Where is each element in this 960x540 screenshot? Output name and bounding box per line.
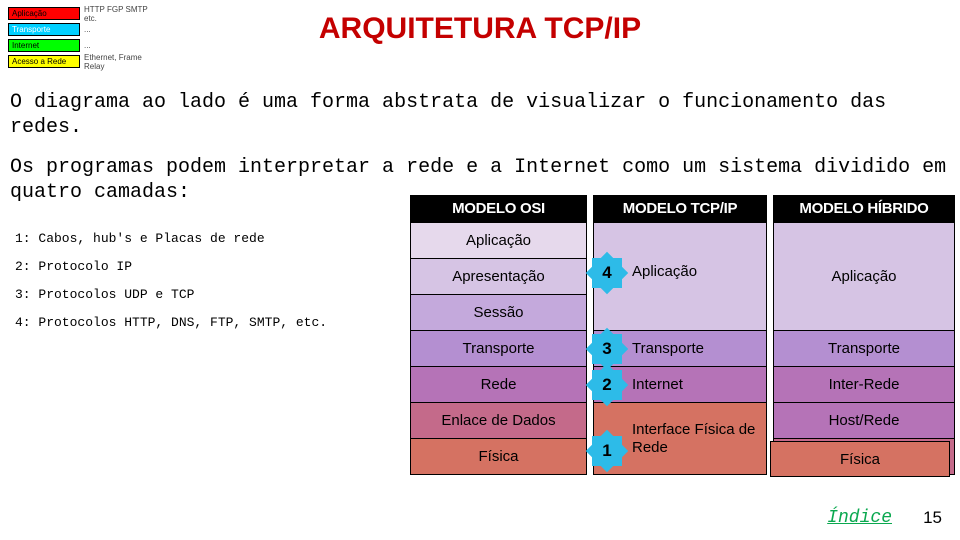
star-badge-2: 2: [592, 370, 622, 400]
tcpip-header: MODELO TCP/IP: [594, 196, 766, 222]
hybrid-layer-application: Aplicação: [774, 222, 954, 330]
hybrid-layer-internetwork: Inter-Rede: [774, 366, 954, 402]
bullet-3: 3: Protocolos UDP e TCP: [15, 281, 327, 309]
models-comparison-diagram: MODELO OSI Aplicação Apresentação Sessão…: [410, 195, 955, 475]
osi-layer-application: Aplicação: [411, 222, 586, 258]
star-badge-1: 1: [592, 436, 622, 466]
bullet-4: 4: Protocolos HTTP, DNS, FTP, SMTP, etc.: [15, 309, 327, 337]
osi-column: MODELO OSI Aplicação Apresentação Sessão…: [410, 195, 587, 475]
index-link[interactable]: Índice: [827, 508, 892, 528]
mini-layer-4-desc: Ethernet, Frame Relay: [80, 55, 162, 68]
page-title: ARQUITETURA TCP/IP: [0, 12, 960, 46]
hybrid-layer-physical: Física: [770, 441, 950, 477]
star-badge-4: 4: [592, 258, 622, 288]
osi-layer-presentation: Apresentação: [411, 258, 586, 294]
mini-layer-4: Acesso a Rede: [8, 55, 80, 68]
osi-layer-session: Sessão: [411, 294, 586, 330]
page-number: 15: [923, 508, 942, 528]
osi-layer-network: Rede: [411, 366, 586, 402]
paragraph-1: O diagrama ao lado é uma forma abstrata …: [10, 90, 950, 140]
osi-header: MODELO OSI: [411, 196, 586, 222]
osi-layer-transport: Transporte: [411, 330, 586, 366]
hybrid-layer-hostnet: Host/Rede: [774, 402, 954, 438]
hybrid-layer-transport: Transporte: [774, 330, 954, 366]
bullet-1: 1: Cabos, hub's e Placas de rede: [15, 225, 327, 253]
star-badge-3: 3: [592, 334, 622, 364]
hybrid-column: MODELO HÍBRIDO Aplicação Transporte Inte…: [773, 195, 955, 475]
osi-layer-datalink: Enlace de Dados: [411, 402, 586, 438]
hybrid-header: MODELO HÍBRIDO: [774, 196, 954, 222]
bullet-2: 2: Protocolo IP: [15, 253, 327, 281]
layer-enumeration: 1: Cabos, hub's e Placas de rede 2: Prot…: [15, 225, 327, 337]
osi-layer-physical: Física: [411, 438, 586, 474]
